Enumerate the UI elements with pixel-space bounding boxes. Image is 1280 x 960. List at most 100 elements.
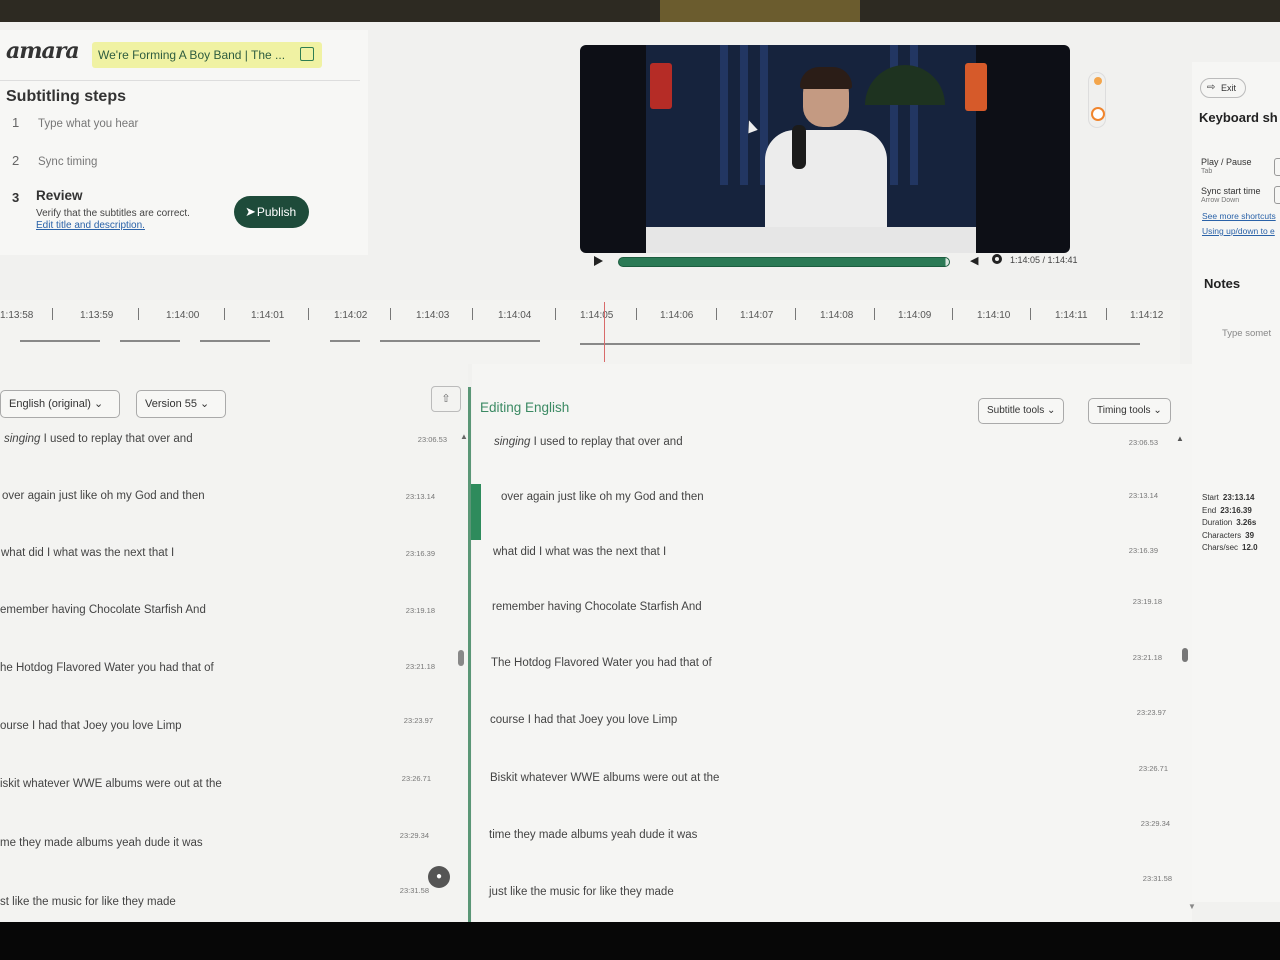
keyboard-shortcuts-title: Keyboard sh xyxy=(1199,110,1278,125)
play-icon[interactable] xyxy=(594,256,603,266)
video-frame-detail xyxy=(965,63,987,111)
subtitle-row-time[interactable]: 23:23.97 xyxy=(1137,708,1166,717)
subtitle-row-text[interactable]: just like the music for like they made xyxy=(489,886,674,898)
reference-row-text: iskit whatever WWE albums were out at th… xyxy=(0,778,222,790)
subtitle-row-text[interactable]: The Hotdog Flavored Water you had that o… xyxy=(491,657,712,669)
sun-icon xyxy=(1094,77,1102,85)
step-1-label[interactable]: Type what you hear xyxy=(38,118,138,130)
tick-mark xyxy=(1030,308,1031,320)
divider xyxy=(0,80,360,81)
video-title[interactable]: We're Forming A Boy Band | The ... xyxy=(92,42,322,68)
subtitle-row-time[interactable]: 23:31.58 xyxy=(1143,874,1172,883)
reference-row-text: I used to replay that over and xyxy=(40,433,193,445)
subtitle-row-text[interactable]: what did I what was the next that I xyxy=(493,546,666,558)
scroll-up-icon[interactable]: ▲ xyxy=(1176,434,1184,443)
reference-row-time: 23:13.14 xyxy=(405,492,435,501)
exit-button[interactable]: ⇨ Exit xyxy=(1200,78,1246,98)
edit-title-description-link[interactable]: Edit title and description. xyxy=(36,220,145,231)
settings-icon[interactable] xyxy=(992,254,1002,264)
version-select[interactable]: Version 55 ⌄ xyxy=(136,390,226,418)
video-frame-detail xyxy=(650,63,672,109)
tick-mark xyxy=(390,308,391,320)
stat-duration: Duration 3.26s xyxy=(1202,518,1257,527)
video-frame-detail xyxy=(800,67,852,89)
step-3-label[interactable]: Review xyxy=(36,188,83,203)
subtitle-row-time[interactable]: 23:19.18 xyxy=(1133,597,1162,606)
tick-mark xyxy=(1106,308,1107,320)
publish-button[interactable]: ➤ Publish xyxy=(234,196,309,228)
timeline-tick: 1:14:08 xyxy=(820,310,854,321)
subtitle-row-time[interactable]: 23:26.71 xyxy=(1139,764,1168,773)
tick-mark xyxy=(795,308,796,320)
reference-scrollbar-thumb[interactable] xyxy=(458,650,464,666)
video-frame-detail xyxy=(792,125,806,169)
timeline-tick: 1:14:04 xyxy=(498,310,532,321)
reference-row-time: 23:21.18 xyxy=(405,662,435,671)
publish-label: Publish xyxy=(256,205,297,219)
reference-row-time: 23:26.71 xyxy=(401,774,431,783)
scroll-up-icon[interactable]: ▲ xyxy=(460,432,468,441)
subtitle-row-time[interactable]: 23:21.18 xyxy=(1133,653,1162,662)
video-progress-bar[interactable] xyxy=(618,257,950,267)
exit-label: Exit xyxy=(1221,83,1237,93)
tick-mark xyxy=(874,308,875,320)
upload-icon[interactable]: ⇧ xyxy=(431,386,461,412)
timeline-tick: 1:14:10 xyxy=(977,310,1011,321)
send-icon: ➤ xyxy=(245,204,256,219)
see-more-shortcuts-link[interactable]: See more shortcuts xyxy=(1202,211,1276,221)
subtitle-tools-label: Subtitle tools xyxy=(987,405,1045,416)
subtitle-tools-button[interactable]: Subtitle tools ⌄ xyxy=(978,398,1065,424)
step-1-number: 1 xyxy=(12,115,20,130)
timeline-tick: 1:13:59 xyxy=(80,310,114,321)
waveform xyxy=(580,343,1140,345)
timeline-tick: 1:14:12 xyxy=(1130,310,1164,321)
volume-icon[interactable]: ◀ xyxy=(970,254,978,267)
subtitle-row-text[interactable]: course I had that Joey you love Limp xyxy=(490,714,677,726)
subtitle-row-text[interactable]: time they made albums yeah dude it was xyxy=(489,829,697,841)
step-3-description: Verify that the subtitles are correct. xyxy=(36,208,190,219)
player-controls: ◀ 1:14:05 / 1:14:41 xyxy=(590,252,1080,274)
timeline-tick: 1:14:11 xyxy=(1055,310,1088,321)
timing-tools-button[interactable]: Timing tools ⌄ xyxy=(1088,398,1171,424)
timeline-tick: 1:14:05 xyxy=(580,310,614,321)
slider-knob[interactable] xyxy=(1091,107,1105,121)
stat-end: End 23:16.39 xyxy=(1202,505,1252,515)
chevron-down-icon: ⌄ xyxy=(94,398,104,410)
step-2-label[interactable]: Sync timing xyxy=(38,156,97,168)
edit-title-icon[interactable] xyxy=(300,47,314,61)
subtitle-row-text[interactable]: Biskit whatever WWE albums were out at t… xyxy=(490,772,719,784)
subtitle-row-text[interactable]: remember having Chocolate Starfish And xyxy=(492,601,702,613)
background-glare xyxy=(660,0,860,22)
editing-panel: Editing English Subtitle tools ⌄ Timing … xyxy=(472,364,1196,922)
tick-mark xyxy=(224,308,225,320)
monitor-bezel xyxy=(0,922,1280,960)
subtitle-row-time[interactable]: 23:29.34 xyxy=(1141,819,1170,828)
waveform xyxy=(200,340,270,342)
amara-logo[interactable]: amara xyxy=(6,38,80,64)
subtitle-row-time[interactable]: 23:16.39 xyxy=(1129,546,1158,555)
reference-row-time: 23:19.18 xyxy=(405,606,435,615)
scroll-down-icon[interactable]: ▼ xyxy=(1188,902,1196,911)
reference-row-text: me they made albums yeah dude it was xyxy=(0,837,203,849)
app-screen: amara We're Forming A Boy Band | The ...… xyxy=(0,22,1280,922)
up-down-help-link[interactable]: Using up/down to e xyxy=(1202,226,1275,236)
timeline[interactable]: 1:13:58 1:13:59 1:14:00 1:14:01 1:14:02 … xyxy=(0,300,1180,364)
subtitle-row-tag: singing xyxy=(494,436,531,448)
lock-icon[interactable]: ● xyxy=(428,866,450,888)
notes-input[interactable]: Type somet xyxy=(1222,328,1271,339)
subtitle-row-time[interactable]: 23:13.14 xyxy=(1129,491,1158,500)
steps-panel: amara We're Forming A Boy Band | The ...… xyxy=(0,30,368,255)
language-select[interactable]: English (original) ⌄ xyxy=(0,390,120,418)
step-3-number: 3 xyxy=(12,190,20,205)
subtitle-row-time[interactable]: 23:06.53 xyxy=(1129,438,1158,447)
video-player[interactable] xyxy=(580,45,1070,253)
playhead[interactable] xyxy=(604,302,605,362)
shortcut-key-box xyxy=(1274,186,1280,204)
editor-scrollbar-thumb[interactable] xyxy=(1182,648,1188,662)
monitor-top-strip xyxy=(0,0,1280,22)
waveform xyxy=(120,340,180,342)
brightness-slider[interactable] xyxy=(1088,72,1106,128)
video-frame-detail xyxy=(765,130,887,230)
subtitle-row-text[interactable]: I used to replay that over and xyxy=(530,436,683,448)
subtitle-row-text[interactable]: over again just like oh my God and then xyxy=(501,491,704,503)
